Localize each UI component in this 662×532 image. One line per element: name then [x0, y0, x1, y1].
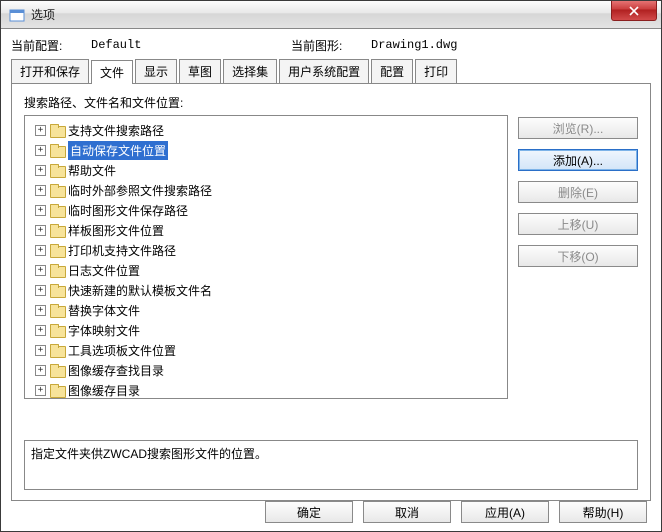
tree-item[interactable]: + 样板图形文件位置: [27, 220, 505, 240]
tab-drafting[interactable]: 草图: [179, 59, 221, 83]
tree-item-label: 图像缓存目录: [68, 382, 140, 399]
options-dialog: 选项 当前配置: Default 当前图形: Drawing1.dwg 打开和保…: [0, 0, 662, 532]
expand-icon[interactable]: +: [35, 325, 46, 336]
tree-item-label: 工具选项板文件位置: [68, 342, 176, 359]
expand-icon[interactable]: +: [35, 245, 46, 256]
description-text: 指定文件夹供ZWCAD搜索图形文件的位置。: [31, 447, 267, 461]
current-config-label: 当前配置:: [11, 37, 91, 54]
tree-item[interactable]: + 图像缓存目录: [27, 380, 505, 399]
folder-icon: [50, 184, 64, 196]
tree-item-label: 样板图形文件位置: [68, 222, 164, 239]
tree-item[interactable]: + 日志文件位置: [27, 260, 505, 280]
tree-item-label: 支持文件搜索路径: [68, 122, 164, 139]
tree-item[interactable]: + 帮助文件: [27, 160, 505, 180]
folder-icon: [50, 164, 64, 176]
expand-icon[interactable]: +: [35, 165, 46, 176]
apply-button[interactable]: 应用(A): [461, 501, 549, 523]
tree-item[interactable]: + 打印机支持文件路径: [27, 240, 505, 260]
expand-icon[interactable]: +: [35, 285, 46, 296]
expand-icon[interactable]: +: [35, 225, 46, 236]
tab-strip: 打开和保存 文件 显示 草图 选择集 用户系统配置 配置 打印: [11, 59, 651, 83]
tree-item-label: 快速新建的默认模板文件名: [68, 282, 212, 299]
config-row: 当前配置: Default 当前图形: Drawing1.dwg: [11, 35, 651, 55]
folder-icon: [50, 204, 64, 216]
tab-display[interactable]: 显示: [135, 59, 177, 83]
folder-icon: [50, 324, 64, 336]
close-button[interactable]: [611, 1, 657, 21]
expand-icon[interactable]: +: [35, 385, 46, 396]
side-buttons: 浏览(R)... 添加(A)... 删除(E) 上移(U) 下移(O): [518, 115, 638, 430]
tab-plot[interactable]: 打印: [415, 59, 457, 83]
folder-icon: [50, 244, 64, 256]
tab-selection[interactable]: 选择集: [223, 59, 277, 83]
bottom-buttons: 确定 取消 应用(A) 帮助(H): [265, 501, 647, 523]
current-config-value: Default: [91, 38, 291, 52]
help-button[interactable]: 帮助(H): [559, 501, 647, 523]
tab-profiles[interactable]: 配置: [371, 59, 413, 83]
tree-item-label: 图像缓存查找目录: [68, 362, 164, 379]
expand-icon[interactable]: +: [35, 305, 46, 316]
folder-icon: [50, 384, 64, 396]
cancel-button[interactable]: 取消: [363, 501, 451, 523]
expand-icon[interactable]: +: [35, 205, 46, 216]
tree-item[interactable]: + 字体映射文件: [27, 320, 505, 340]
tab-panel: 搜索路径、文件名和文件位置: + 支持文件搜索路径 + 自动保存文件位置 + 帮助文件 + 临…: [11, 83, 651, 501]
folder-icon: [50, 304, 64, 316]
delete-button[interactable]: 删除(E): [518, 181, 638, 203]
current-drawing-label: 当前图形:: [291, 37, 371, 54]
tree-item[interactable]: + 图像缓存查找目录: [27, 360, 505, 380]
tree-item[interactable]: + 工具选项板文件位置: [27, 340, 505, 360]
tree-item-label: 帮助文件: [68, 162, 116, 179]
expand-icon[interactable]: +: [35, 145, 46, 156]
add-button[interactable]: 添加(A)...: [518, 149, 638, 171]
tab-files[interactable]: 文件: [91, 60, 133, 84]
folder-icon: [50, 344, 64, 356]
tree-item-label: 日志文件位置: [68, 262, 140, 279]
expand-icon[interactable]: +: [35, 345, 46, 356]
window-title: 选项: [31, 6, 55, 23]
expand-icon[interactable]: +: [35, 365, 46, 376]
section-label: 搜索路径、文件名和文件位置:: [24, 94, 638, 111]
folder-icon: [50, 224, 64, 236]
description-box: 指定文件夹供ZWCAD搜索图形文件的位置。: [24, 440, 638, 490]
tab-user-config[interactable]: 用户系统配置: [279, 59, 369, 83]
folder-icon: [50, 284, 64, 296]
app-icon: [9, 7, 25, 23]
folder-icon: [50, 124, 64, 136]
current-drawing-value: Drawing1.dwg: [371, 38, 457, 52]
tree-item-label: 替换字体文件: [68, 302, 140, 319]
tree-item[interactable]: + 临时图形文件保存路径: [27, 200, 505, 220]
tree-item[interactable]: + 替换字体文件: [27, 300, 505, 320]
tab-open-save[interactable]: 打开和保存: [11, 59, 89, 83]
moveup-button[interactable]: 上移(U): [518, 213, 638, 235]
tree-item-label: 临时图形文件保存路径: [68, 202, 188, 219]
ok-button[interactable]: 确定: [265, 501, 353, 523]
folder-icon: [50, 364, 64, 376]
tree-item-label: 临时外部参照文件搜索路径: [68, 182, 212, 199]
file-tree[interactable]: + 支持文件搜索路径 + 自动保存文件位置 + 帮助文件 + 临时外部参照文件搜索路径 + 临时图…: [24, 115, 508, 399]
titlebar: 选项: [1, 1, 661, 29]
tree-item[interactable]: + 临时外部参照文件搜索路径: [27, 180, 505, 200]
tree-item-label: 打印机支持文件路径: [68, 242, 176, 259]
tree-item[interactable]: + 快速新建的默认模板文件名: [27, 280, 505, 300]
folder-icon: [50, 264, 64, 276]
expand-icon[interactable]: +: [35, 185, 46, 196]
tree-item-label: 自动保存文件位置: [68, 141, 168, 160]
folder-icon: [50, 144, 64, 156]
browse-button[interactable]: 浏览(R)...: [518, 117, 638, 139]
movedown-button[interactable]: 下移(O): [518, 245, 638, 267]
tree-item[interactable]: + 自动保存文件位置: [27, 140, 505, 160]
tree-item[interactable]: + 支持文件搜索路径: [27, 120, 505, 140]
expand-icon[interactable]: +: [35, 125, 46, 136]
tree-item-label: 字体映射文件: [68, 322, 140, 339]
content-area: 当前配置: Default 当前图形: Drawing1.dwg 打开和保存 文…: [1, 29, 661, 501]
expand-icon[interactable]: +: [35, 265, 46, 276]
